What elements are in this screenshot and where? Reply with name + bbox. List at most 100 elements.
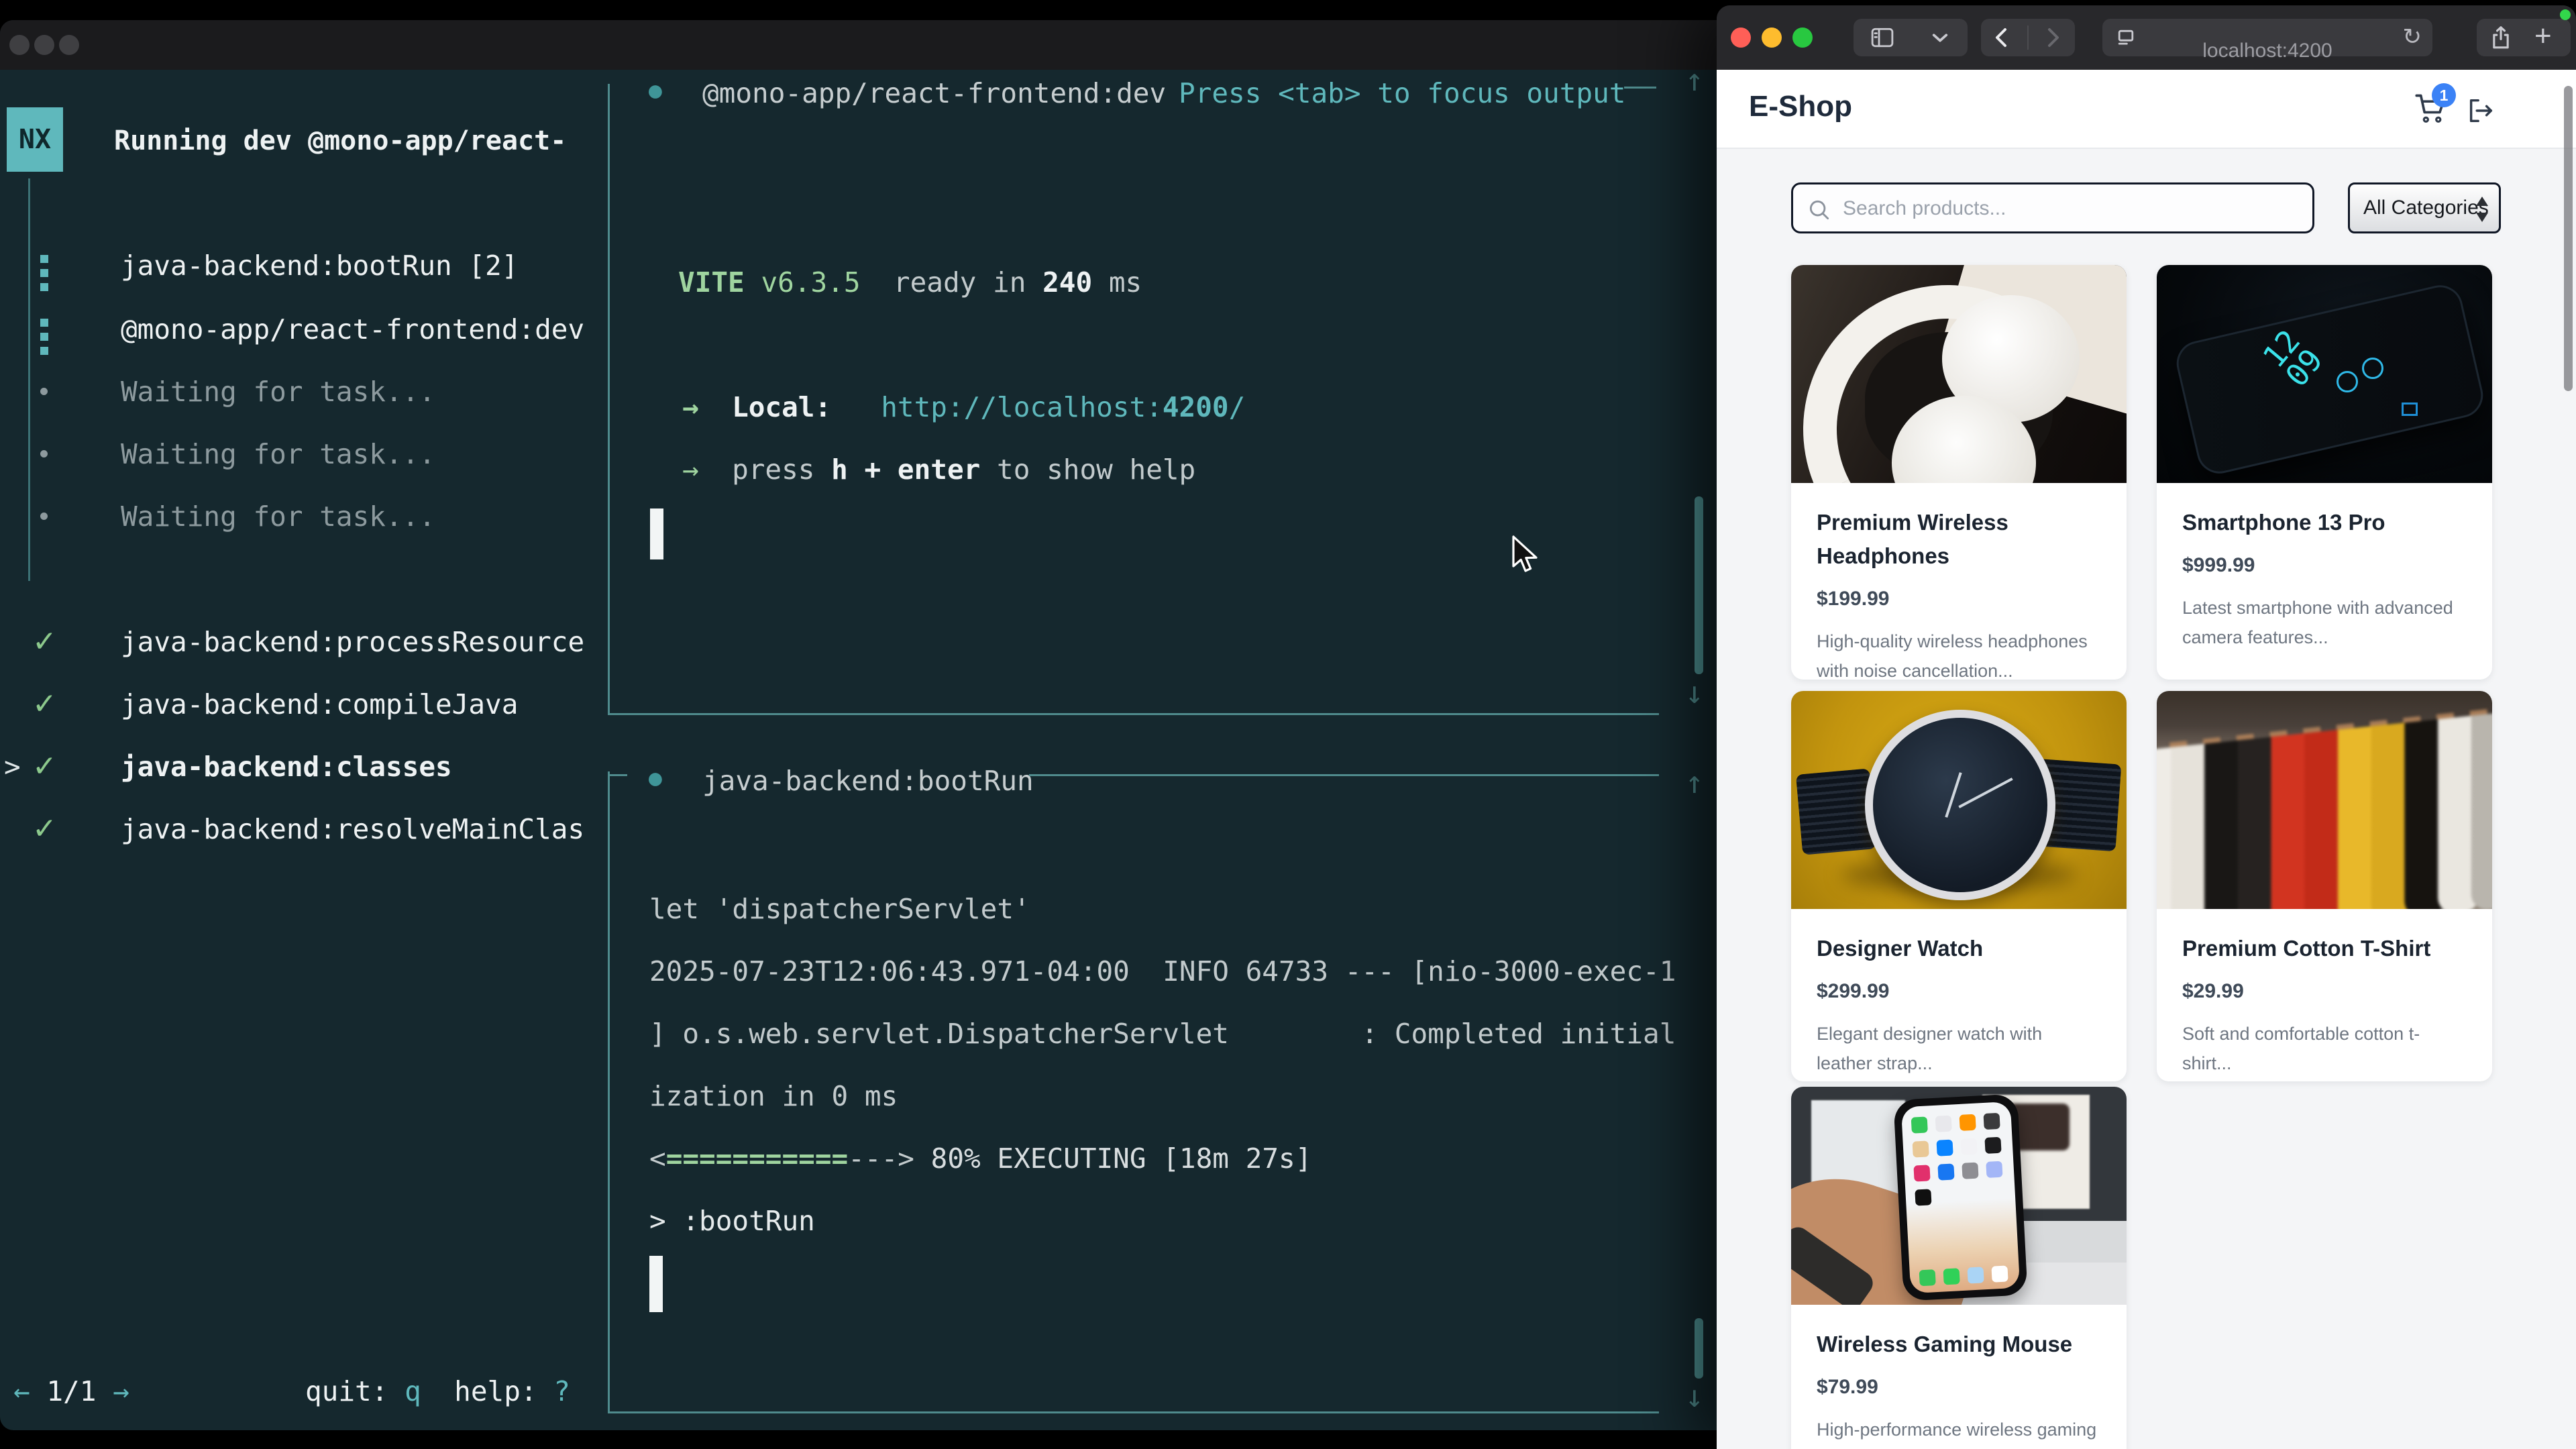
product-image-headphones <box>1791 265 2127 483</box>
search-icon <box>1807 197 1832 223</box>
terminal-cursor <box>649 1256 663 1312</box>
header-rule <box>1624 87 1656 89</box>
product-card[interactable]: Wireless Gaming Mouse $79.99 High-perfor… <box>1791 1087 2127 1449</box>
safari-window: localhost:4200 ↻ + E-Shop <box>1717 5 2576 1449</box>
forward-icon[interactable] <box>2047 28 2060 48</box>
task-row[interactable]: Waiting for task... <box>121 435 435 473</box>
minimize-window-icon[interactable] <box>34 35 54 55</box>
product-name: Wireless Gaming Mouse <box>1817 1328 2101 1361</box>
gradle-prompt-line: > :bootRun <box>649 1202 815 1240</box>
desktop: NX Running dev @mono-app/react- java-bac… <box>0 0 2576 1449</box>
product-card[interactable]: Premium Cotton T-Shirt $29.99 Soft and c… <box>2157 691 2492 1081</box>
category-select[interactable]: All Categories <box>2348 182 2501 233</box>
check-icon: ✓ <box>32 748 57 786</box>
terminal-window: NX Running dev @mono-app/react- java-bac… <box>0 20 1744 1430</box>
pane-bullet-icon: ● <box>646 759 665 796</box>
pane-bullet-icon: ● <box>646 72 665 108</box>
share-icon[interactable] <box>2490 25 2512 50</box>
close-window-icon[interactable] <box>1731 28 1751 48</box>
new-tab-icon[interactable]: + <box>2534 19 2552 56</box>
select-arrows-icon <box>2475 195 2489 223</box>
statusbar-hints: quit: q help: ? <box>305 1373 570 1410</box>
header-rule <box>1029 774 1659 776</box>
product-name: Designer Watch <box>1817 932 2101 965</box>
logout-button[interactable] <box>2465 95 2496 126</box>
address-url[interactable]: localhost:4200 <box>2102 32 2432 70</box>
task-row[interactable]: Waiting for task... <box>121 498 435 535</box>
vite-local-line: → Local: http://localhost:4200/ <box>682 388 1245 426</box>
task-row[interactable]: java-backend:resolveMainClas <box>121 810 584 848</box>
scroll-up-icon[interactable]: ↑ <box>1685 62 1704 98</box>
pane1-scrollbar[interactable] <box>1695 496 1703 674</box>
product-name: Premium Wireless Headphones <box>1817 506 2101 573</box>
terminal-titlebar[interactable] <box>0 20 1744 70</box>
back-icon[interactable] <box>1994 28 2008 48</box>
share-tab-group: + <box>2477 19 2571 56</box>
shop-header: E-Shop 1 <box>1717 70 2576 149</box>
check-icon: ✓ <box>32 810 57 848</box>
log-line: 2025-07-23T12:06:43.971-04:00 INFO 64733… <box>649 953 1676 990</box>
zoom-window-icon[interactable] <box>59 35 79 55</box>
terminal-run-title: Running dev @mono-app/react- <box>114 122 566 160</box>
task-row[interactable]: java-backend:bootRun [2] <box>121 247 518 284</box>
page-scrollbar[interactable] <box>2564 86 2573 391</box>
address-bar[interactable]: localhost:4200 ↻ <box>2102 19 2432 56</box>
pane-title: @mono-app/react-frontend:dev <box>702 74 1166 112</box>
product-image-smartphone: 1209 <box>2157 265 2492 483</box>
product-card[interactable]: Premium Wireless Headphones $199.99 High… <box>1791 265 2127 680</box>
product-image-mouse <box>1791 1087 2127 1305</box>
product-description: Latest smartphone with advanced camera f… <box>2182 593 2467 652</box>
pager-left-icon[interactable]: ← <box>13 1375 30 1407</box>
sidebar-icon[interactable] <box>1871 28 1894 48</box>
product-price: $999.99 <box>2182 554 2467 577</box>
product-name: Premium Cotton T-Shirt <box>2182 932 2467 965</box>
pager-status: ← 1/1 → <box>13 1373 129 1410</box>
pane2-scrollbar[interactable] <box>1695 1318 1703 1379</box>
reload-icon[interactable]: ↻ <box>2403 19 2422 56</box>
scroll-down-icon[interactable]: ↓ <box>1685 674 1704 710</box>
product-description: Soft and comfortable cotton t-shirt... <box>2182 1019 2467 1078</box>
nav-divider <box>2027 25 2029 50</box>
close-window-icon[interactable] <box>9 35 30 55</box>
task-spinner-icon <box>40 255 48 297</box>
recording-indicator-dot <box>2560 9 2571 20</box>
minimize-window-icon[interactable] <box>1762 28 1782 48</box>
shop-content: All Categories Premium Wireless Headphon… <box>1717 148 2576 1449</box>
pager-right-icon[interactable]: → <box>113 1375 129 1407</box>
vite-ready-line: VITE v6.3.5 ready in 240 ms <box>678 264 1142 301</box>
gradle-progress-line: <===========---> 80% EXECUTING [18m 27s] <box>649 1140 1311 1177</box>
localhost-link[interactable]: http://localhost:4200/ <box>881 391 1245 423</box>
product-description: High-quality wireless headphones with no… <box>1817 627 2101 680</box>
product-name: Smartphone 13 Pro <box>2182 506 2467 539</box>
task-row[interactable]: java-backend:processResource <box>121 623 584 661</box>
selected-task-caret-icon: > <box>4 748 21 786</box>
search-box <box>1791 182 2314 233</box>
search-input[interactable] <box>1841 187 2300 230</box>
product-image-tshirt <box>2157 691 2492 909</box>
product-card[interactable]: 1209 Smartphone 13 Pro $999.99 Latest sm… <box>2157 265 2492 680</box>
task-row[interactable]: java-backend:compileJava <box>121 686 518 723</box>
task-row[interactable]: @mono-app/react-frontend:dev <box>121 311 584 348</box>
logout-icon <box>2465 95 2496 126</box>
eshop-page: E-Shop 1 <box>1717 70 2576 1449</box>
product-image-watch <box>1791 691 2127 909</box>
task-row-selected[interactable]: java-backend:classes <box>121 748 452 786</box>
chevron-down-icon[interactable] <box>1931 32 1949 43</box>
nx-logo: NX <box>7 107 63 172</box>
product-card[interactable]: Designer Watch $299.99 Elegant designer … <box>1791 691 2127 1081</box>
pane-react-frontend: ● @mono-app/react-frontend:dev Press <ta… <box>608 84 1659 715</box>
category-select-value: All Categories <box>2363 184 2489 231</box>
task-row[interactable]: Waiting for task... <box>121 373 435 411</box>
shop-brand[interactable]: E-Shop <box>1749 90 1852 123</box>
cart-button[interactable]: 1 <box>2414 91 2449 126</box>
terminal-cursor <box>650 508 663 559</box>
cart-count-badge: 1 <box>2432 83 2456 107</box>
scroll-up-icon[interactable]: ↑ <box>1685 764 1704 800</box>
pane-java-backend: ● java-backend:bootRun let 'dispatcherSe… <box>608 771 1659 1413</box>
zoom-window-icon[interactable] <box>1792 28 1813 48</box>
product-price: $79.99 <box>1817 1376 2101 1399</box>
log-line: let 'dispatcherServlet' <box>649 890 1030 928</box>
scroll-down-icon[interactable]: ↓ <box>1685 1378 1704 1414</box>
sidebar-button-group <box>1854 19 1968 56</box>
log-line: ization in 0 ms <box>649 1077 898 1115</box>
